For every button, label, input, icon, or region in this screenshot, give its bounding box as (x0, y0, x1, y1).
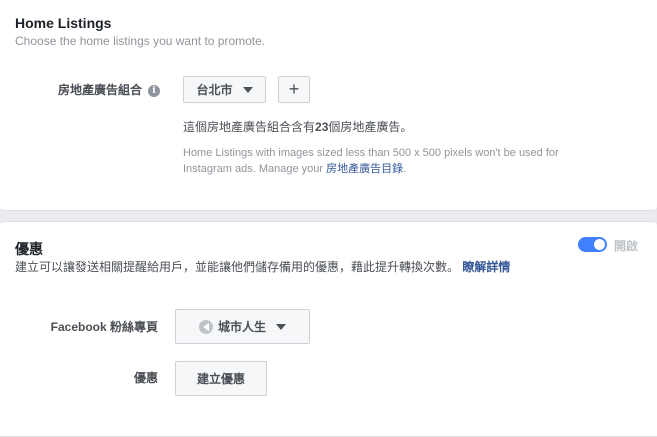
offers-section: 優惠 建立可以讓發送相關提醒給用戶，並能讓他們儲存備用的優惠，藉此提升轉換次數。… (0, 221, 657, 437)
listing-set-label-row: 房地產廣告組合 i (20, 81, 160, 98)
image-size-note: Home Listings with images sized less tha… (183, 145, 603, 177)
catalog-link[interactable]: 房地產廣告目錄 (326, 163, 403, 175)
count-suffix: 個房地產廣告。 (328, 120, 413, 134)
toggle-knob (594, 239, 605, 250)
listing-count-text: 這個房地產廣告組合含有23個房地產廣告。 (183, 118, 412, 135)
offers-description: 建立可以讓發送相關提醒給用戶，並能讓他們儲存備用的優惠，藉此提升轉換次數。 (15, 260, 460, 274)
offers-toggle[interactable] (578, 237, 607, 252)
section-title: 優惠 (15, 241, 43, 257)
chevron-down-icon (276, 323, 286, 330)
note-end: . (403, 163, 407, 175)
offer-label: 優惠 (133, 371, 158, 385)
page-dropdown-label: 城市人生 (217, 320, 266, 334)
count-prefix: 這個房地產廣告組合含有 (183, 120, 316, 134)
page-label: Facebook 粉絲專頁 (50, 320, 158, 334)
toggle-label: 開啟 (614, 239, 639, 253)
city-dropdown-label: 台北市 (196, 83, 233, 97)
add-button[interactable]: + (278, 76, 310, 103)
create-offer-button[interactable]: 建立優惠 (175, 361, 267, 396)
section-subtitle: Choose the home listings you want to pro… (15, 34, 266, 48)
city-dropdown[interactable]: 台北市 (183, 76, 266, 103)
learn-more-link[interactable]: 瞭解詳情 (462, 260, 510, 274)
page-dropdown[interactable]: 城市人生 (175, 309, 310, 344)
offers-description-row: 建立可以讓發送相關提醒給用戶，並能讓他們儲存備用的優惠，藉此提升轉換次數。 瞭解… (15, 258, 510, 275)
chevron-down-icon (242, 86, 253, 93)
section-title: Home Listings (15, 15, 112, 31)
listing-count: 23 (315, 120, 329, 134)
info-icon[interactable]: i (148, 84, 160, 97)
listing-set-label: 房地產廣告組合 (57, 83, 142, 97)
home-listings-section: Home Listings Choose the home listings y… (0, 0, 657, 211)
page-avatar-icon (198, 319, 213, 334)
